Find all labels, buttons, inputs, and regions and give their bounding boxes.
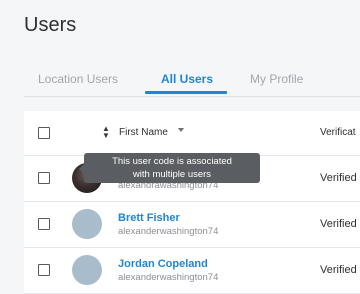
avatar — [72, 209, 102, 239]
sort-icon[interactable]: ▲ ▼ — [102, 125, 110, 140]
tab-bar: Location Users All Users My Profile — [24, 64, 360, 97]
multi-user-tooltip: This user code is associated with multip… — [84, 153, 260, 183]
tooltip-line-1: This user code is associated — [112, 156, 232, 167]
user-username: alexanderwashington74 — [118, 226, 219, 237]
users-table: ▲▼ First Name Verificat ! alexandrawashi… — [24, 111, 360, 294]
page-title: Users — [24, 14, 77, 36]
table-header-row: ▲ ▼ First Name Verificat — [24, 111, 360, 156]
column-header-verification: Verificat — [320, 127, 356, 138]
active-tab-indicator — [145, 91, 227, 94]
tab-my-profile[interactable]: My Profile — [250, 72, 303, 86]
tab-location-users[interactable]: Location Users — [38, 72, 118, 86]
row-checkbox[interactable] — [38, 172, 50, 184]
user-username: alexanderwashington74 — [118, 272, 219, 283]
verification-status: Verified — [320, 172, 357, 184]
tab-all-users[interactable]: All Users — [161, 72, 213, 86]
row-checkbox[interactable] — [38, 264, 50, 276]
user-name-link[interactable]: Brett Fisher — [118, 212, 180, 224]
caret-down-icon[interactable] — [178, 128, 184, 132]
verification-status: Verified — [320, 218, 357, 230]
table-row: Brett Fisher alexanderwashington74 Verif… — [24, 202, 360, 248]
avatar — [72, 255, 102, 285]
user-name-link[interactable]: Jordan Copeland — [118, 258, 208, 270]
table-row: Jordan Copeland alexanderwashington74 Ve… — [24, 248, 360, 294]
column-header-first-name[interactable]: First Name — [119, 127, 168, 138]
select-all-checkbox[interactable] — [38, 127, 50, 139]
tooltip-line-2: with multiple users — [132, 169, 212, 180]
verification-status: Verified — [320, 264, 357, 276]
row-checkbox[interactable] — [38, 218, 50, 230]
